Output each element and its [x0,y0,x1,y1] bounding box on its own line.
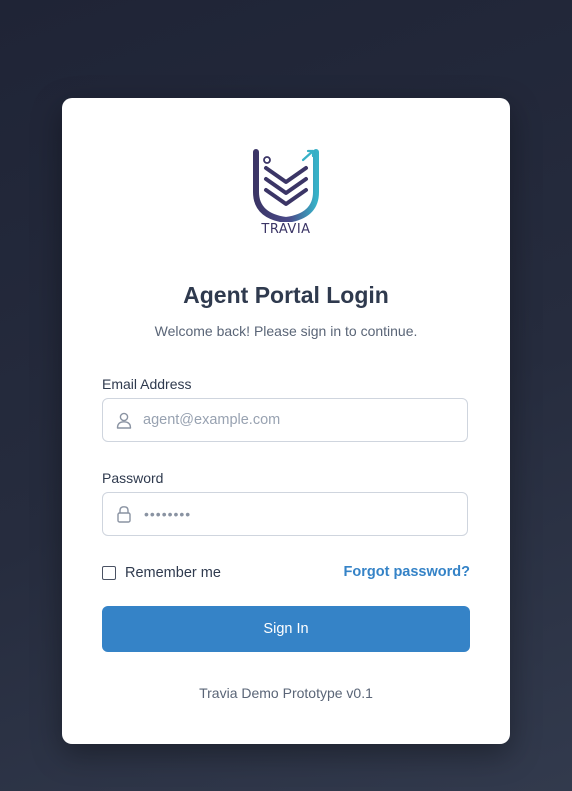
forgot-password-link[interactable]: Forgot password? [344,564,470,580]
email-label: Email Address [102,376,192,392]
sign-in-button[interactable]: Sign In [102,606,470,652]
password-input[interactable]: •••••••• [144,506,191,522]
page-title: Agent Portal Login [183,282,389,308]
shield-chevron-logo-icon [253,149,319,222]
travia-logo: TRAVIA [251,148,321,240]
footer-version-text: Travia Demo Prototype v0.1 [199,685,373,701]
lock-icon [115,505,133,523]
remember-me-toggle[interactable]: Remember me [102,564,221,582]
logo-wordmark: TRAVIA [261,222,311,237]
password-field[interactable]: •••••••• [102,492,468,536]
password-label: Password [102,470,164,486]
login-card: TRAVIA Agent Portal Login Welcome back! … [62,98,510,744]
remember-me-label: Remember me [125,565,221,581]
email-input[interactable] [143,399,453,441]
user-icon [115,411,133,429]
page-subtitle: Welcome back! Please sign in to continue… [154,323,418,339]
email-field[interactable] [102,398,468,442]
remember-me-checkbox[interactable] [102,566,116,580]
